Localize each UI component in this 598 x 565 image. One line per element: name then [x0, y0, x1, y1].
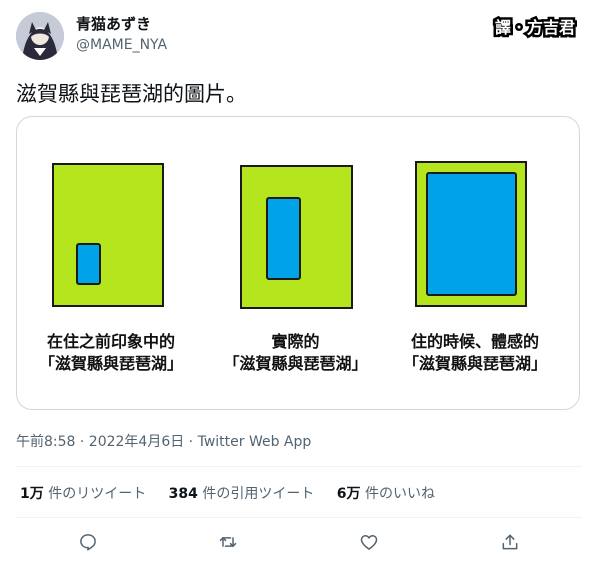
- caption-felt: 住的時候、體感的 「滋賀縣與琵琶湖」: [395, 331, 555, 375]
- tweet-timestamp[interactable]: 午前8:58 · 2022年4月6日 · Twitter Web App: [16, 431, 311, 451]
- avatar[interactable]: [16, 12, 64, 60]
- avatar-image: [16, 12, 64, 60]
- retweet-button[interactable]: [216, 530, 240, 554]
- quotes-stat[interactable]: 384 件の引用ツイート: [169, 483, 315, 503]
- tweet-stats: 1万 件のリツイート 384 件の引用ツイート 6万 件のいいね: [20, 483, 453, 503]
- divider-bottom: [16, 517, 582, 518]
- map-land-before: [52, 163, 164, 307]
- quotes-label: 件の引用ツイート: [202, 486, 315, 502]
- quotes-count: 384: [168, 486, 198, 502]
- watermark-left: 譯: [495, 18, 511, 37]
- caption-actual-line1: 實際的: [271, 332, 320, 351]
- author-display-name[interactable]: 青猫あずき: [76, 13, 151, 34]
- likes-count: 6万: [336, 486, 361, 502]
- like-button[interactable]: [357, 530, 381, 554]
- author-handle[interactable]: @MAME_NYA: [76, 37, 167, 53]
- map-lake-actual: [266, 197, 301, 280]
- retweets-stat[interactable]: 1万 件のリツイート: [20, 483, 146, 503]
- like-icon: [360, 535, 378, 550]
- caption-felt-line1: 住的時候、體感的: [410, 332, 539, 351]
- map-lake-before: [76, 243, 101, 285]
- caption-actual: 實際的 「滋賀縣與琵琶湖」: [213, 331, 378, 375]
- caption-before-line1: 在住之前印象中的: [46, 332, 175, 351]
- reply-icon: [80, 534, 96, 551]
- retweets-count: 1万: [20, 486, 44, 502]
- translator-watermark: 譯 譯 方吉君 方吉君: [492, 14, 582, 40]
- caption-actual-line2: 「滋賀縣與琵琶湖」: [223, 354, 368, 373]
- media-card[interactable]: 在住之前印象中的 「滋賀縣與琵琶湖」 實際的 「滋賀縣與琵琶湖」 住的時候、體感…: [16, 116, 580, 410]
- share-icon: [502, 534, 518, 550]
- retweet-icon: [219, 537, 237, 547]
- divider-top: [16, 466, 582, 467]
- likes-stat[interactable]: 6万 件のいいね: [337, 483, 435, 503]
- reply-button[interactable]: [76, 530, 100, 554]
- map-lake-felt: [426, 172, 517, 296]
- likes-label: 件のいいね: [365, 486, 435, 502]
- caption-before-line2: 「滋賀縣與琵琶湖」: [38, 354, 183, 373]
- share-button[interactable]: [498, 530, 522, 554]
- tweet-text: 滋賀縣與琵琶湖的圖片。: [16, 82, 247, 106]
- caption-felt-line2: 「滋賀縣與琵琶湖」: [402, 354, 547, 373]
- caption-before: 在住之前印象中的 「滋賀縣與琵琶湖」: [31, 331, 191, 375]
- watermark-right: 方吉君: [527, 18, 575, 37]
- retweets-label: 件のリツイート: [48, 486, 147, 502]
